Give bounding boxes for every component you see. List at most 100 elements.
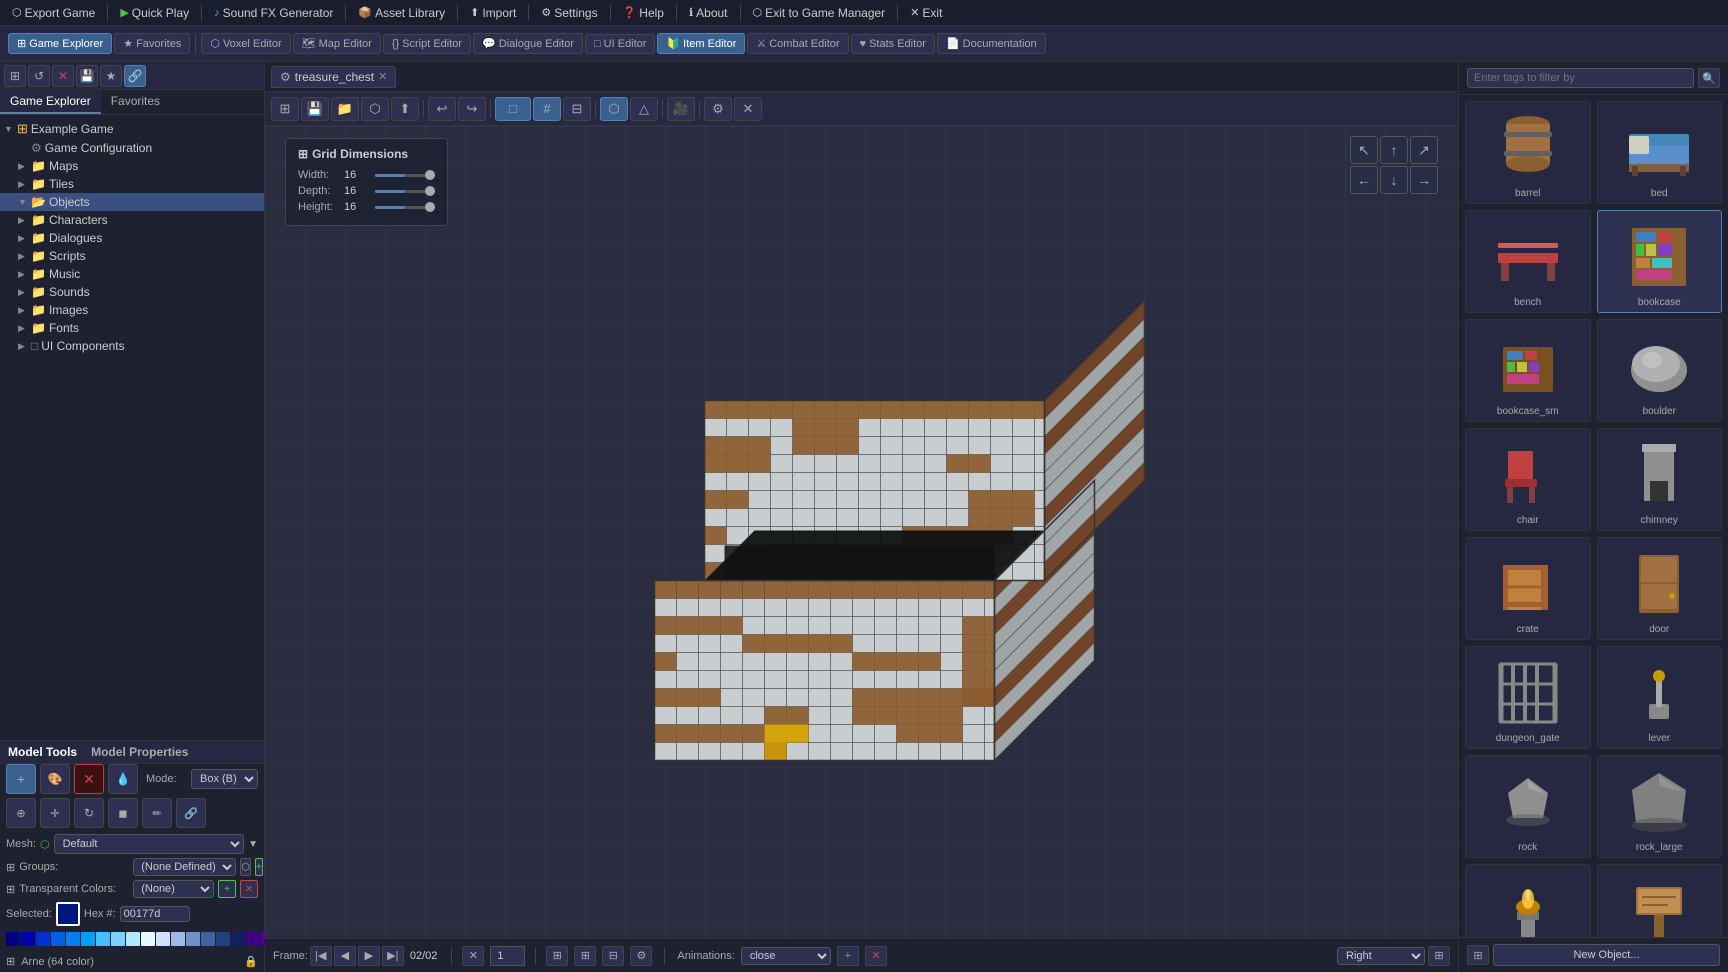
tree-objects[interactable]: ▼ 📂 Objects	[0, 193, 264, 211]
tree-ui-components[interactable]: ▶ □ UI Components	[0, 337, 264, 355]
animation-select[interactable]: close open	[741, 947, 831, 965]
viewport-tab-treasure-chest[interactable]: ⚙ treasure_chest ✕	[271, 66, 396, 88]
tool-paint[interactable]: 🎨	[40, 764, 70, 794]
color-cell[interactable]	[36, 932, 50, 946]
explorer-link-btn[interactable]: 🔗	[124, 65, 146, 87]
color-cell[interactable]	[141, 932, 155, 946]
frame-number-input[interactable]	[490, 946, 525, 966]
groups-expand-btn[interactable]: ⬡	[240, 858, 251, 876]
asset-barrel[interactable]: barrel	[1465, 101, 1591, 204]
vp-tool-export[interactable]: ⬡	[361, 97, 389, 121]
mesh-select[interactable]: Default	[54, 834, 245, 854]
tab-combat-editor[interactable]: ⚔ Combat Editor	[747, 33, 848, 54]
groups-add-btn[interactable]: +	[255, 858, 263, 876]
groups-select[interactable]: (None Defined)	[133, 858, 236, 876]
explorer-tab-favorites[interactable]: Favorites	[101, 90, 170, 114]
explorer-delete-btn[interactable]: ✕	[52, 65, 74, 87]
menu-asset-library[interactable]: 📦 Asset Library	[352, 4, 451, 22]
asset-rock[interactable]: rock	[1465, 755, 1591, 858]
trans-colors-select[interactable]: (None)	[133, 880, 214, 898]
tree-characters[interactable]: ▶ 📁 Characters	[0, 211, 264, 229]
menu-help[interactable]: ❓ Help	[617, 4, 670, 22]
color-cell[interactable]	[96, 932, 110, 946]
tool-delete[interactable]: ✕	[74, 764, 104, 794]
height-slider[interactable]	[375, 206, 435, 209]
color-cell[interactable]	[51, 932, 65, 946]
search-icon-btn[interactable]: 🔍	[1698, 68, 1720, 88]
vp-tool-terrain[interactable]: △	[630, 97, 658, 121]
tab-dialogue-editor[interactable]: 💬 Dialogue Editor	[473, 33, 583, 54]
asset-chair[interactable]: chair	[1465, 428, 1591, 531]
tool-move[interactable]: ✛	[40, 798, 70, 828]
color-cell[interactable]	[81, 932, 95, 946]
tab-favorites[interactable]: ★ Favorites	[114, 33, 190, 54]
asset-sign[interactable]: sign	[1597, 864, 1723, 937]
tree-example-game[interactable]: ▼ ⊞ Example Game	[0, 119, 264, 139]
asset-bookcase[interactable]: bookcase	[1597, 210, 1723, 313]
vp-tool-settings[interactable]: ⚙	[704, 97, 732, 121]
tab-map-editor[interactable]: 🗺 Map Editor	[293, 33, 381, 54]
tab-script-editor[interactable]: {} Script Editor	[383, 34, 471, 54]
tool-rotate[interactable]: ↻	[74, 798, 104, 828]
menu-export-game[interactable]: ⬡ Export Game	[6, 4, 101, 22]
tool-pen[interactable]: ✏	[142, 798, 172, 828]
asset-crate[interactable]: crate	[1465, 537, 1591, 640]
vp-tool-close[interactable]: ✕	[734, 97, 762, 121]
tool-link[interactable]: 🔗	[176, 798, 206, 828]
new-object-button[interactable]: New Object...	[1493, 944, 1720, 966]
menu-quick-play[interactable]: ▶ Quick Play	[114, 4, 195, 22]
vp-tool-save[interactable]: 💾	[301, 97, 329, 121]
trans-colors-remove-btn[interactable]: ✕	[240, 880, 258, 898]
mode-select[interactable]: Box (B)	[191, 769, 258, 789]
view-select[interactable]: Right Left Top Front Perspective	[1337, 947, 1425, 965]
menu-exit-manager[interactable]: ⬡ Exit to Game Manager	[747, 4, 892, 22]
tool-eyedropper[interactable]: 💧	[108, 764, 138, 794]
tree-maps[interactable]: ▶ 📁 Maps	[0, 157, 264, 175]
color-cell[interactable]	[111, 932, 125, 946]
vp-tool-undo[interactable]: ↩	[428, 97, 456, 121]
tab-game-explorer[interactable]: ⊞ Game Explorer	[8, 33, 112, 54]
vp-tool-box[interactable]: □	[495, 97, 531, 121]
explorer-home-btn[interactable]: ⊞	[4, 65, 26, 87]
bottom-anim-settings-btn[interactable]: ⚙	[630, 946, 652, 966]
frame-first-btn[interactable]: |◀	[310, 946, 332, 966]
asset-chimney[interactable]: chimney	[1597, 428, 1723, 531]
vp-tool-folder[interactable]: 📁	[331, 97, 359, 121]
color-cell[interactable]	[171, 932, 185, 946]
view-expand-btn[interactable]: ⊞	[1428, 946, 1450, 966]
bottom-delete-anim-btn[interactable]: ⊟	[602, 946, 624, 966]
tab-ui-editor[interactable]: □ UI Editor	[585, 34, 655, 54]
tool-add-voxel[interactable]: +	[6, 764, 36, 794]
explorer-save-btn[interactable]: 💾	[76, 65, 98, 87]
depth-slider[interactable]	[375, 190, 435, 193]
color-cell[interactable]	[6, 932, 20, 946]
color-cell[interactable]	[126, 932, 140, 946]
frame-prev-btn[interactable]: ◀	[334, 946, 356, 966]
menu-exit[interactable]: ✕ Exit	[904, 4, 948, 22]
tree-game-config[interactable]: ⚙ Game Configuration	[0, 139, 264, 157]
nav-arrow-down[interactable]: ↓	[1380, 166, 1408, 194]
color-cell[interactable]	[21, 932, 35, 946]
nav-arrow-tl[interactable]: ↖	[1350, 136, 1378, 164]
asset-rock-large[interactable]: rock_large	[1597, 755, 1723, 858]
bottom-loop-btn[interactable]: ⊞	[546, 946, 568, 966]
vp-tool-redo[interactable]: ↪	[458, 97, 486, 121]
trans-colors-add-btn[interactable]: +	[218, 880, 236, 898]
width-slider[interactable]	[375, 174, 435, 177]
tool-paint-bucket[interactable]: ◼	[108, 798, 138, 828]
color-cell[interactable]	[66, 932, 80, 946]
explorer-refresh-btn[interactable]: ↺	[28, 65, 50, 87]
frame-next-btn[interactable]: ▶	[358, 946, 380, 966]
color-cell[interactable]	[231, 932, 245, 946]
tab-stats-editor[interactable]: ♥ Stats Editor	[851, 34, 935, 54]
asset-boulder[interactable]: boulder	[1597, 319, 1723, 422]
menu-sound-fx[interactable]: ♪ Sound FX Generator	[208, 4, 339, 22]
color-cell[interactable]	[201, 932, 215, 946]
color-cell[interactable]	[216, 932, 230, 946]
tool-select[interactable]: ⊕	[6, 798, 36, 828]
bottom-copy-btn[interactable]: ⊞	[574, 946, 596, 966]
color-cell[interactable]	[246, 932, 260, 946]
viewport-tab-close[interactable]: ✕	[378, 70, 387, 83]
nav-arrow-left[interactable]: ←	[1350, 166, 1378, 194]
color-cell[interactable]	[186, 932, 200, 946]
